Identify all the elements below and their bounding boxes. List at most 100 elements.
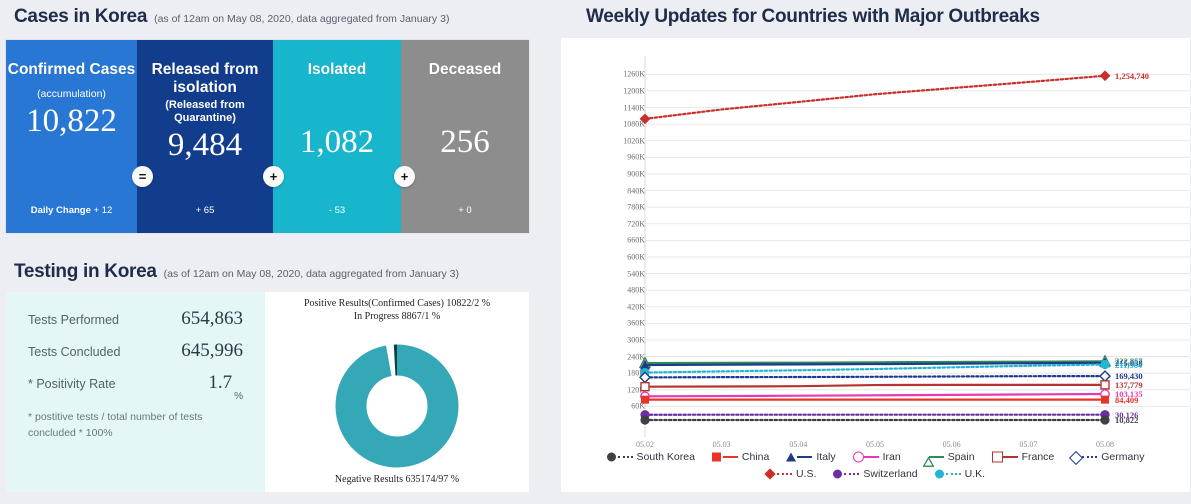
data-point-marker [1101, 395, 1109, 404]
legend-item-switzerland[interactable]: Switzerland [833, 468, 918, 480]
row-value: 645,996 [181, 340, 243, 361]
testing-figures: Tests Performed 654,863 Tests Concluded … [6, 292, 265, 492]
data-point-marker [1099, 370, 1111, 383]
weekly-updates-panel: Weekly Updates for Countries with Major … [560, 0, 1191, 504]
operator-plus-icon-1: + [263, 166, 284, 187]
stat-title: Isolated [307, 61, 367, 78]
row-value: 1.7 [208, 372, 233, 393]
row-label: Tests Performed [28, 313, 120, 327]
stat-delta: - 53 [329, 205, 345, 216]
chart-title: Weekly Updates for Countries with Major … [586, 6, 1040, 27]
operator-plus-icon-2: + [394, 166, 415, 187]
chart-legend: South Korea China Italy Iran Spain France Germ… [561, 446, 1190, 480]
donut-svg [335, 344, 459, 468]
stat-delta: + 65 [196, 205, 215, 216]
legend-marker-icon [934, 469, 961, 480]
table-row: Tests Concluded 645,996 [6, 340, 265, 372]
cases-title: Cases in Korea [14, 6, 148, 27]
testing-donut-panel: Positive Results(Confirmed Cases) 10822/… [265, 292, 529, 492]
stat-delta: + 0 [458, 205, 471, 216]
stat-delta-value: + 12 [93, 205, 113, 216]
stat-value: 9,484 [167, 127, 243, 164]
testing-band: Tests Performed 654,863 Tests Concluded … [6, 292, 529, 492]
donut-slice-negative [335, 344, 459, 468]
stat-value: 256 [440, 123, 490, 160]
legend-marker-icon [1069, 450, 1098, 465]
stat-delta: Daily Change + 12 [31, 205, 113, 216]
stat-title: Deceased [428, 61, 502, 78]
stat-delta-label: Daily Change [30, 205, 91, 216]
testing-title: Testing in Korea [14, 261, 157, 282]
legend-label: Germany [1101, 451, 1145, 463]
legend-label: France [1021, 451, 1055, 463]
data-point-marker [640, 415, 650, 425]
cases-stat-band: Confirmed Cases (accumulation) 10,822 Da… [6, 40, 529, 233]
stat-note: (accumulation) [37, 87, 106, 100]
legend-marker-icon [852, 451, 879, 463]
testing-subtitle: (as of 12am on May 08, 2020, data aggreg… [163, 268, 459, 280]
data-point-marker [639, 113, 651, 125]
stat-subtitle: (Released from Quarantine) [165, 98, 245, 124]
data-point-marker [1100, 359, 1110, 370]
legend-label: Italy [816, 451, 836, 463]
chart-section-header: Weekly Updates for Countries with Major … [572, 6, 1040, 28]
donut-chart [331, 340, 463, 472]
donut-label-positive: Positive Results(Confirmed Cases) 10822/… [303, 298, 491, 309]
cases-section-header: Cases in Korea (as of 12am on May 08, 20… [0, 6, 449, 28]
data-point-marker [1100, 415, 1110, 425]
legend-marker-icon [991, 451, 1018, 463]
legend-row-2: U.S. Switzerland U.K. [561, 467, 1190, 480]
cases-subtitle: (as of 12am on May 08, 2020, data aggreg… [154, 13, 450, 25]
legend-row-1: South Korea China Italy Iran Spain France Germ… [561, 450, 1190, 467]
legend-item-u-s[interactable]: U.S. [764, 467, 817, 480]
stat-title: Released from isolation [151, 61, 259, 96]
donut-label-inprogress: In Progress 8867/1 % [353, 310, 441, 322]
legend-marker-icon [711, 452, 738, 463]
stat-value: 10,822 [26, 102, 117, 139]
donut-top-label: Positive Results(Confirmed Cases) 10822/… [265, 298, 529, 323]
legend-item-italy[interactable]: Italy [786, 451, 836, 463]
stat-card-isolated[interactable]: Isolated 1,082 - 53 [273, 40, 401, 233]
legend-item-china[interactable]: China [711, 451, 770, 463]
series-end-label: 211,364 [1115, 359, 1143, 370]
series-end-label: 84,409 [1115, 394, 1139, 405]
legend-label: Iran [882, 451, 901, 463]
stat-value: 1,082 [299, 123, 375, 160]
stat-card-deceased[interactable]: Deceased 256 + 0 [401, 40, 529, 233]
operator-equals-icon: = [132, 166, 153, 187]
stat-title: Confirmed Cases [7, 61, 136, 78]
data-point-marker [641, 395, 649, 404]
data-point-marker [1100, 380, 1110, 390]
legend-marker-icon [786, 452, 813, 463]
legend-item-u-k[interactable]: U.K. [934, 468, 986, 480]
stat-card-released-from-isolation[interactable]: Released from isolation (Released from Q… [137, 40, 273, 233]
row-unit: % [234, 391, 243, 402]
legend-label: South Korea [636, 451, 695, 463]
stat-delta-value: + 65 [195, 205, 215, 216]
chart-card: 60K 120K 180K 240K 300K 360K 420K 480K 540K 600K 6… [561, 38, 1190, 492]
legend-marker-icon [764, 467, 792, 480]
legend-label: U.K. [964, 468, 986, 480]
series-end-label: 1,254,740 [1115, 70, 1149, 81]
row-value: 654,863 [181, 308, 243, 329]
donut-bottom-label: Negative Results 635174/97 % [334, 473, 460, 485]
legend-label: U.S. [795, 468, 817, 480]
data-point-marker [640, 381, 650, 392]
legend-marker-icon [918, 452, 944, 467]
legend-label: China [741, 451, 770, 463]
legend-marker-icon [833, 469, 860, 480]
legend-item-spain[interactable]: Spain [918, 451, 975, 467]
table-row: * Positivity Rate 1.7 % [6, 372, 265, 404]
korea-panel: Cases in Korea (as of 12am on May 08, 20… [0, 0, 546, 504]
table-row: Tests Performed 654,863 [6, 308, 265, 340]
legend-marker-icon [606, 452, 633, 463]
legend-item-south-korea[interactable]: South Korea [606, 451, 695, 463]
legend-item-france[interactable]: France [991, 451, 1055, 463]
row-label: * Positivity Rate [28, 377, 116, 391]
stat-card-confirmed-cases[interactable]: Confirmed Cases (accumulation) 10,822 Da… [6, 40, 137, 233]
legend-item-germany[interactable]: Germany [1069, 450, 1145, 465]
testing-footnote: * postitive tests / total number of test… [28, 411, 203, 439]
legend-item-iran[interactable]: Iran [852, 451, 901, 463]
data-point-marker [1099, 70, 1111, 82]
legend-label: Spain [947, 451, 975, 463]
